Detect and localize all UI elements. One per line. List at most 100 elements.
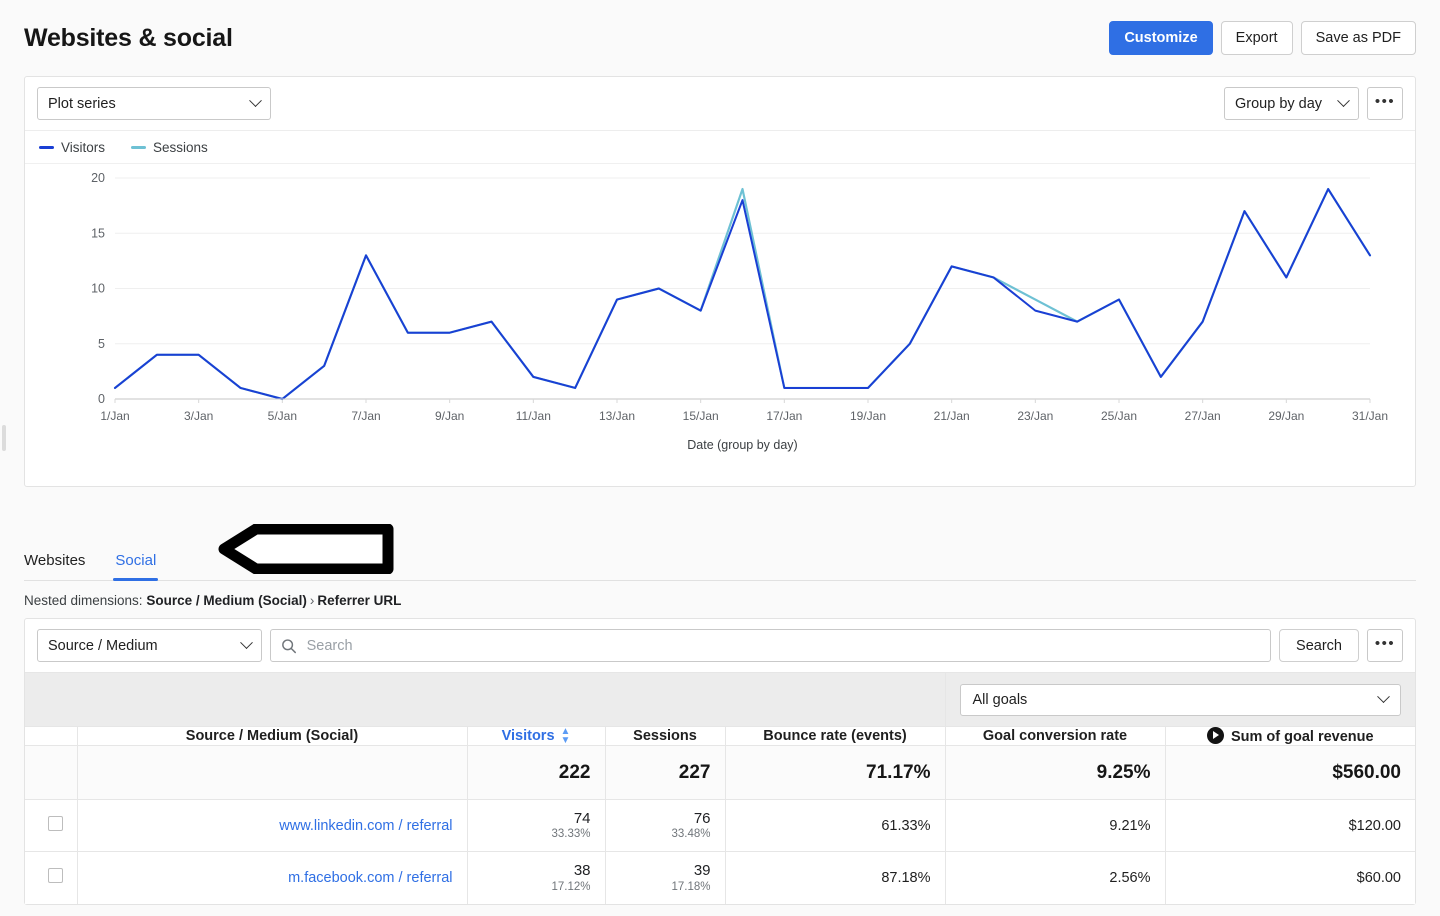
nested-dimension-first: Source / Medium (Social) [146, 593, 307, 608]
page-header: Websites & social Customize Export Save … [0, 0, 1440, 76]
row-source-cell[interactable]: m.facebook.com / referral [77, 851, 468, 904]
source-link[interactable]: m.facebook.com / referral [288, 870, 452, 886]
column-checkbox [25, 726, 78, 746]
row-source-cell[interactable]: www.linkedin.com / referral [77, 799, 468, 852]
svg-text:15: 15 [91, 226, 105, 240]
legend-label-visitors: Visitors [61, 140, 106, 155]
svg-text:13/Jan: 13/Jan [599, 409, 635, 423]
page-title: Websites & social [24, 23, 233, 52]
row-sessions-value: 76 [693, 809, 711, 827]
chart-card: Plot series Group by day ••• Visitors Se… [24, 76, 1416, 487]
dimension-select-value: Source / Medium [48, 637, 158, 654]
all-goals-select[interactable]: All goals [959, 683, 1401, 716]
goal-play-icon [1206, 727, 1224, 744]
export-button[interactable]: Export [1220, 21, 1293, 55]
svg-text:11/Jan: 11/Jan [516, 409, 551, 423]
row-bounce-rate: 61.33% [725, 799, 946, 852]
row-visitors-value: 38 [573, 861, 591, 879]
svg-text:Date (group by day): Date (group by day) [687, 438, 797, 452]
svg-text:21/Jan: 21/Jan [934, 409, 970, 423]
row-sum-of-goal-revenue: $60.00 [1165, 851, 1415, 904]
svg-text:5/Jan: 5/Jan [268, 409, 297, 423]
legend-item-visitors[interactable]: Visitors [39, 140, 105, 155]
svg-text:23/Jan: 23/Jan [1017, 409, 1053, 423]
group-by-select[interactable]: Group by day [1224, 87, 1359, 120]
column-visitors[interactable]: Visitors ▲ ▼ [467, 726, 606, 746]
search-input[interactable] [304, 636, 1261, 655]
plot-series-value: Plot series [48, 95, 116, 112]
row-checkbox-cell[interactable] [25, 799, 78, 852]
nested-dimensions: Nested dimensions: Source / Medium (Soci… [24, 581, 1416, 618]
legend-swatch-sessions [131, 146, 147, 149]
nested-dimension-second: Referrer URL [317, 593, 402, 608]
row-goal-conversion-rate: 2.56% [945, 851, 1166, 904]
edge-scroll-handle[interactable] [2, 425, 6, 451]
svg-text:5: 5 [98, 337, 105, 351]
row-checkbox-cell[interactable] [25, 851, 78, 904]
table-body: 222 227 71.17% 9.25% $560.00 www.linkedi… [25, 745, 1415, 904]
column-bounce-rate[interactable]: Bounce rate (events) [725, 726, 946, 746]
table-row[interactable]: m.facebook.com / referral 38 17.12% 39 1… [25, 851, 1415, 904]
svg-text:20: 20 [91, 171, 105, 185]
row-sessions-percent: 33.48% [671, 828, 711, 841]
customize-button[interactable]: Customize [1109, 21, 1213, 55]
source-link[interactable]: www.linkedin.com / referral [279, 818, 452, 834]
row-sessions-cell: 39 17.18% [605, 851, 726, 904]
tab-list: Websites Social [24, 524, 1416, 581]
search-field[interactable] [270, 629, 1272, 662]
svg-text:31/Jan: 31/Jan [1352, 409, 1388, 423]
row-bounce-rate: 87.18% [725, 851, 946, 904]
row-sessions-value: 39 [693, 861, 711, 879]
column-sessions[interactable]: Sessions [605, 726, 726, 746]
svg-text:10: 10 [91, 282, 105, 296]
table-row[interactable]: www.linkedin.com / referral 74 33.33% 76… [25, 799, 1415, 852]
row-goal-conversion-rate: 9.21% [945, 799, 1166, 852]
column-visitors-label[interactable]: Visitors [502, 728, 555, 744]
svg-text:17/Jan: 17/Jan [766, 409, 802, 423]
svg-text:1/Jan: 1/Jan [100, 409, 129, 423]
totals-goal-conversion-rate: 9.25% [945, 745, 1166, 800]
tab-social[interactable]: Social [113, 552, 159, 581]
column-sum-of-goal-revenue[interactable]: Sum of goal revenue [1165, 726, 1415, 746]
chart-more-options-button[interactable]: ••• [1367, 87, 1403, 120]
row-checkbox[interactable] [47, 868, 63, 884]
svg-text:15/Jan: 15/Jan [683, 409, 719, 423]
breadcrumb-separator-icon: › [309, 593, 315, 608]
plot-series-select[interactable]: Plot series [37, 87, 271, 120]
svg-text:19/Jan: 19/Jan [850, 409, 886, 423]
totals-sum-of-goal-revenue: $560.00 [1165, 745, 1415, 800]
nested-dimensions-prefix: Nested dimensions: [24, 593, 143, 608]
chart-legend: Visitors Sessions [25, 131, 1415, 164]
column-goal-conversion-rate[interactable]: Goal conversion rate [945, 726, 1166, 746]
row-checkbox[interactable] [47, 816, 63, 831]
table-header-row: Source / Medium (Social) Visitors ▲ ▼ Sess… [25, 726, 1415, 746]
totals-visitors: 222 [467, 745, 606, 800]
dimension-select[interactable]: Source / Medium [37, 629, 262, 662]
row-sum-of-goal-revenue: $120.00 [1165, 799, 1415, 852]
group-by-value: Group by day [1235, 95, 1323, 112]
search-button[interactable]: Search [1279, 629, 1359, 662]
chart-toolbar-right: Group by day ••• [1224, 87, 1403, 120]
column-sum-of-goal-revenue-label: Sum of goal revenue [1230, 729, 1374, 745]
legend-item-sessions[interactable]: Sessions [131, 140, 208, 155]
chart-svg: 0 5 10 15 20 1/Jan 3/Jan 5/Jan 7/Jan 9/Jan 11/Jan 1… [91, 171, 1388, 452]
table-toolbar: Source / Medium Search ••• [25, 619, 1415, 672]
all-goals-value: All goals [972, 691, 1028, 708]
goals-filter-spacer [25, 672, 946, 727]
row-visitors-cell: 74 33.33% [467, 799, 606, 852]
header-actions: Customize Export Save as PDF [1109, 21, 1416, 55]
goals-filter-cell: All goals [945, 672, 1415, 727]
sort-arrows-icon[interactable]: ▲ ▼ [561, 727, 571, 746]
line-chart[interactable]: 0 5 10 15 20 1/Jan 3/Jan 5/Jan 7/Jan 9/Jan 11/Jan 1… [25, 164, 1415, 486]
table-more-options-button[interactable]: ••• [1367, 629, 1403, 662]
save-as-pdf-button[interactable]: Save as PDF [1300, 21, 1416, 55]
tab-websites[interactable]: Websites [24, 552, 85, 580]
row-sessions-percent: 17.18% [671, 880, 711, 893]
search-icon [282, 638, 296, 653]
svg-text:29/Jan: 29/Jan [1268, 409, 1304, 423]
totals-checkbox-cell [25, 745, 78, 800]
chevron-down-icon [249, 94, 262, 108]
column-source-medium: Source / Medium (Social) [77, 726, 468, 746]
row-visitors-percent: 17.12% [551, 880, 591, 893]
chevron-down-icon [1337, 94, 1350, 108]
